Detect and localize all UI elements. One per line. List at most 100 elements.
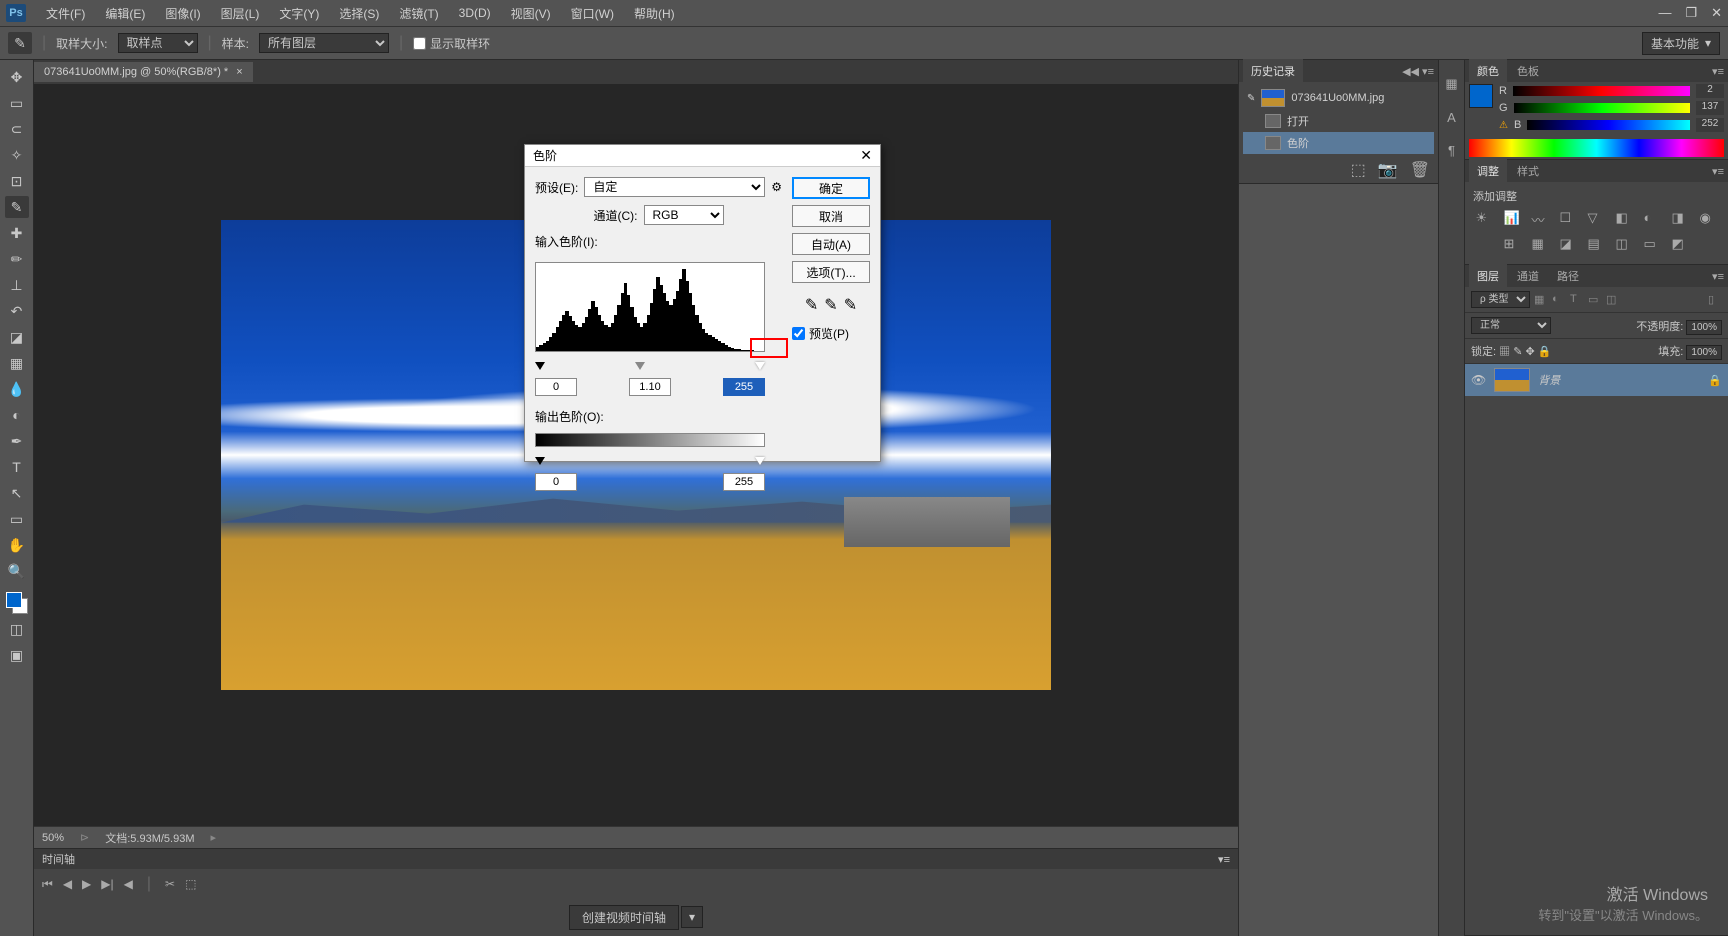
channel-select[interactable]: RGB bbox=[644, 205, 724, 225]
preview-checkbox-input[interactable] bbox=[792, 327, 805, 340]
g-value[interactable]: 137 bbox=[1696, 101, 1724, 115]
maximize-button[interactable]: ❐ bbox=[1685, 5, 1697, 21]
white-dropper-icon[interactable]: ✎ bbox=[844, 295, 857, 315]
dodge-tool[interactable]: ◐ bbox=[5, 404, 29, 426]
output-highlight-slider[interactable] bbox=[755, 457, 765, 465]
color-swatch[interactable] bbox=[6, 592, 28, 614]
options-button[interactable]: 选项(T)... bbox=[792, 261, 870, 283]
layers-tab[interactable]: 图层 bbox=[1469, 264, 1507, 288]
transition-icon[interactable]: ⬚ bbox=[185, 877, 196, 891]
magic-wand-tool[interactable]: ✧ bbox=[5, 144, 29, 166]
output-shadow-input[interactable] bbox=[535, 473, 577, 491]
lock-transparency-icon[interactable]: ▦ bbox=[1499, 346, 1510, 358]
filter-adjust-icon[interactable]: ◐ bbox=[1552, 293, 1566, 307]
panel-menu-icon[interactable]: ▾≡ bbox=[1218, 853, 1230, 866]
eraser-tool[interactable]: ◪ bbox=[5, 326, 29, 348]
history-snapshot[interactable]: ✎ 073641Uo0MM.jpg bbox=[1243, 86, 1434, 110]
output-shadow-slider[interactable] bbox=[535, 457, 545, 465]
channels-tab[interactable]: 通道 bbox=[1509, 264, 1547, 288]
highlight-slider[interactable] bbox=[755, 362, 765, 370]
channel-mixer-icon[interactable]: ⊞ bbox=[1504, 236, 1522, 252]
timeline-tab[interactable]: 时间轴 bbox=[42, 851, 75, 867]
highlight-input[interactable] bbox=[723, 378, 765, 396]
fill-value[interactable]: 100% bbox=[1686, 345, 1722, 360]
play-button[interactable]: ▶ bbox=[82, 877, 91, 891]
next-frame-button[interactable]: ▶| bbox=[101, 877, 113, 891]
bw-icon[interactable]: ◨ bbox=[1672, 210, 1690, 226]
paragraph-dock-icon[interactable]: ¶ bbox=[1448, 143, 1455, 158]
camera-icon[interactable]: 📷 bbox=[1378, 160, 1398, 180]
minimize-button[interactable]: — bbox=[1658, 5, 1671, 21]
panel-menu-icon[interactable]: ▾≡ bbox=[1712, 65, 1724, 78]
gradient-map-icon[interactable]: ▭ bbox=[1644, 236, 1662, 252]
layer-background[interactable]: 👁 背景 🔒 bbox=[1465, 364, 1728, 396]
trash-icon[interactable]: 🗑 bbox=[1410, 160, 1430, 180]
move-tool[interactable]: ✥ bbox=[5, 66, 29, 88]
zoom-tool[interactable]: 🔍 bbox=[5, 560, 29, 582]
menu-select[interactable]: 选择(S) bbox=[329, 5, 389, 22]
new-doc-icon[interactable]: ⬚ bbox=[1351, 160, 1366, 180]
create-timeline-button[interactable]: 创建视频时间轴 bbox=[569, 905, 679, 930]
exposure-icon[interactable]: ☐ bbox=[1560, 210, 1578, 226]
close-button[interactable]: ✕ bbox=[1711, 5, 1722, 21]
show-ring-input[interactable] bbox=[413, 37, 426, 50]
brightness-icon[interactable]: ☀ bbox=[1476, 210, 1494, 226]
show-ring-checkbox[interactable]: 显示取样环 bbox=[413, 35, 490, 52]
shadow-slider[interactable] bbox=[535, 362, 545, 370]
lock-position-icon[interactable]: ✥ bbox=[1525, 346, 1534, 358]
shadow-input[interactable] bbox=[535, 378, 577, 396]
chevron-icon[interactable]: ▸ bbox=[211, 831, 217, 844]
filter-shape-icon[interactable]: ▭ bbox=[1588, 293, 1602, 307]
paths-tab[interactable]: 路径 bbox=[1549, 264, 1587, 288]
screen-mode-tool[interactable]: ▣ bbox=[5, 644, 29, 666]
character-dock-icon[interactable]: A bbox=[1447, 110, 1456, 125]
lock-paint-icon[interactable]: ✎ bbox=[1513, 346, 1522, 358]
filter-type-icon[interactable]: T bbox=[1570, 293, 1584, 307]
color-balance-icon[interactable]: ◐ bbox=[1644, 210, 1662, 226]
vibrance-icon[interactable]: ▽ bbox=[1588, 210, 1606, 226]
chevron-icon[interactable]: ⊳ bbox=[80, 831, 89, 844]
eyedropper-tool-icon[interactable]: ✎ bbox=[8, 32, 32, 54]
cancel-button[interactable]: 取消 bbox=[792, 205, 870, 227]
threshold-icon[interactable]: ◫ bbox=[1616, 236, 1634, 252]
panel-menu-icon[interactable]: ▾≡ bbox=[1712, 270, 1724, 283]
filter-smart-icon[interactable]: ◫ bbox=[1606, 293, 1620, 307]
invert-icon[interactable]: ◪ bbox=[1560, 236, 1578, 252]
red-slider[interactable] bbox=[1513, 86, 1690, 96]
styles-tab[interactable]: 样式 bbox=[1509, 159, 1547, 183]
black-dropper-icon[interactable]: ✎ bbox=[805, 295, 818, 315]
selective-color-icon[interactable]: ◩ bbox=[1672, 236, 1690, 252]
green-slider[interactable] bbox=[1514, 103, 1690, 113]
history-tab[interactable]: 历史记录 bbox=[1243, 59, 1303, 83]
opacity-value[interactable]: 100% bbox=[1686, 320, 1722, 335]
brush-tool[interactable]: ✏ bbox=[5, 248, 29, 270]
menu-help[interactable]: 帮助(H) bbox=[624, 5, 685, 22]
clone-stamp-tool[interactable]: ⊥ bbox=[5, 274, 29, 296]
timeline-dropdown-button[interactable]: ▾ bbox=[681, 906, 703, 928]
hand-tool[interactable]: ✋ bbox=[5, 534, 29, 556]
history-step-levels[interactable]: 色阶 bbox=[1243, 132, 1434, 154]
color-lookup-icon[interactable]: ▦ bbox=[1532, 236, 1550, 252]
menu-edit[interactable]: 编辑(E) bbox=[95, 5, 155, 22]
goto-last-button[interactable]: ◀ bbox=[124, 877, 133, 891]
swatches-tab[interactable]: 色板 bbox=[1509, 59, 1547, 83]
menu-view[interactable]: 视图(V) bbox=[501, 5, 561, 22]
sample-select[interactable]: 所有图层 bbox=[259, 33, 389, 53]
fg-color[interactable] bbox=[6, 592, 22, 608]
b-value[interactable]: 252 bbox=[1696, 118, 1724, 132]
shape-tool[interactable]: ▭ bbox=[5, 508, 29, 530]
layer-filter-select[interactable]: ρ 类型 bbox=[1471, 291, 1530, 308]
blue-slider[interactable] bbox=[1527, 120, 1690, 130]
gamma-input[interactable] bbox=[629, 378, 671, 396]
doc-tab[interactable]: 073641Uo0MM.jpg @ 50%(RGB/8*) * × bbox=[34, 62, 253, 82]
hue-sat-icon[interactable]: ◧ bbox=[1616, 210, 1634, 226]
menu-3d[interactable]: 3D(D) bbox=[449, 6, 501, 20]
menu-layer[interactable]: 图层(L) bbox=[211, 5, 270, 22]
visibility-icon[interactable]: 👁 bbox=[1471, 373, 1486, 387]
menu-file[interactable]: 文件(F) bbox=[36, 5, 95, 22]
posterize-icon[interactable]: ▤ bbox=[1588, 236, 1606, 252]
color-preview[interactable] bbox=[1469, 84, 1493, 108]
auto-button[interactable]: 自动(A) bbox=[792, 233, 870, 255]
quick-mask-tool[interactable]: ◫ bbox=[5, 618, 29, 640]
gradient-tool[interactable]: ▦ bbox=[5, 352, 29, 374]
